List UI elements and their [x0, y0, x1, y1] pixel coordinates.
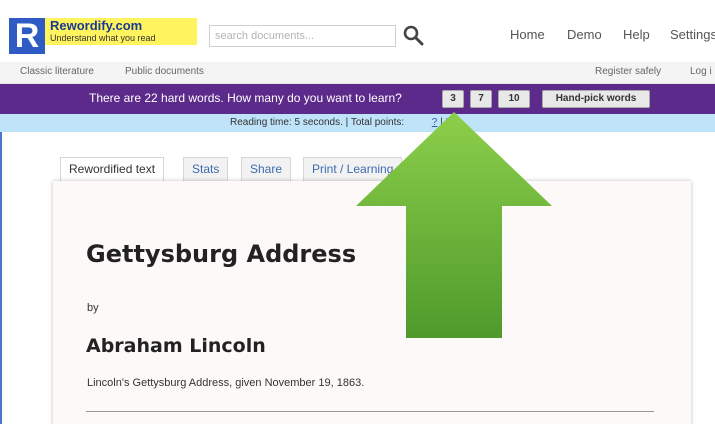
link-public-documents[interactable]: Public documents	[125, 66, 204, 77]
search-input[interactable]	[209, 25, 396, 47]
learn-7-button[interactable]: 7	[470, 90, 492, 108]
logo[interactable]: Rewordify.com Understand what you read	[45, 18, 197, 45]
document-title: Gettysburg Address	[86, 240, 357, 268]
tab-rewordified-text[interactable]: Rewordified text	[60, 157, 165, 182]
nav-demo[interactable]: Demo	[567, 27, 602, 42]
learn-10-button[interactable]: 10	[498, 90, 530, 108]
document-description: Lincoln's Gettysburg Address, given Nove…	[87, 377, 365, 389]
link-login[interactable]: Log i	[690, 66, 712, 77]
hand-pick-button[interactable]: Hand-pick words	[542, 90, 650, 108]
tab-stats[interactable]: Stats	[183, 157, 229, 181]
up-arrow-icon	[356, 112, 552, 338]
nav-settings[interactable]: Settings	[670, 27, 715, 42]
document-author: Abraham Lincoln	[86, 335, 266, 357]
top-bar: R Rewordify.com Understand what you read…	[0, 0, 715, 62]
logo-title: Rewordify.com	[50, 18, 143, 33]
tab-share[interactable]: Share	[241, 157, 292, 181]
learn-bar: There are 22 hard words. How many do you…	[0, 84, 715, 114]
nav-home[interactable]: Home	[510, 27, 545, 42]
logo-mark[interactable]: R	[9, 18, 45, 54]
link-row: Classic literature Public documents Regi…	[0, 62, 715, 84]
link-register[interactable]: Register safely	[595, 66, 661, 77]
search-icon[interactable]	[402, 24, 424, 46]
document-by: by	[87, 302, 99, 314]
link-classic-literature[interactable]: Classic literature	[20, 66, 94, 77]
divider	[86, 411, 654, 412]
logo-tagline: Understand what you read	[50, 33, 156, 43]
learn-prompt: There are 22 hard words. How many do you…	[89, 91, 402, 105]
nav-help[interactable]: Help	[623, 27, 650, 42]
learn-3-button[interactable]: 3	[442, 90, 464, 108]
